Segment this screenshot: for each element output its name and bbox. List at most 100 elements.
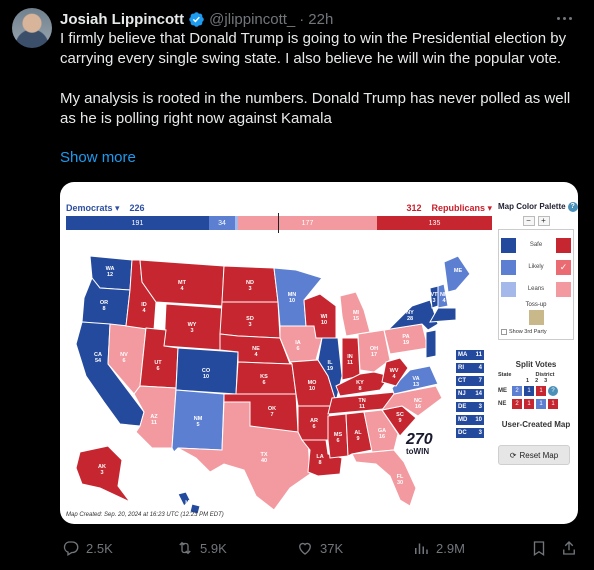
tweet-paragraph-1: I firmly believe that Donald Trump is go… (60, 30, 567, 67)
reply-count: 2.5K (86, 540, 113, 556)
state-ev-vt: 3 (432, 298, 435, 304)
small-state-nj[interactable]: NJ 14 (456, 389, 484, 399)
state-ev-oh: 17 (371, 352, 377, 358)
view-count: 2.9M (436, 540, 465, 556)
state-ev-or: 8 (102, 306, 105, 312)
help-icon[interactable]: ? (567, 202, 578, 212)
270-to-win-logo[interactable]: 270 toWIN (406, 432, 433, 456)
tweet-text: I firmly believe that Donald Trump is go… (60, 29, 580, 149)
palette-tossup-label: Toss-up (525, 302, 547, 308)
zoom-out-button[interactable]: − (522, 216, 535, 226)
repost-icon (179, 541, 191, 555)
repost-button[interactable]: 5.9K (176, 539, 227, 557)
state-ev-ks: 6 (262, 380, 265, 386)
small-state-ct[interactable]: CT 7 (456, 376, 484, 386)
state-ev-il: 19 (327, 366, 333, 372)
heart-icon (299, 542, 311, 555)
swatch-tossup[interactable] (528, 310, 544, 325)
show-more-link[interactable]: Show more (60, 149, 136, 166)
views-button[interactable]: 2.9M (412, 539, 465, 557)
media-card[interactable]: Democrats ▾ 226 312 Republicans ▾ 191 34 1… (60, 182, 578, 524)
state-nj-md (425, 329, 437, 359)
swatch-rep-safe[interactable] (556, 237, 571, 253)
repost-count: 5.9K (200, 540, 227, 556)
bookmark-button[interactable] (530, 539, 548, 557)
state-ev-mi: 15 (353, 316, 359, 322)
tweet-paragraph-2: My analysis is rooted in the numbers. Do… (60, 90, 571, 127)
small-state-de[interactable]: DE 3 (456, 402, 484, 412)
state-fl (351, 449, 417, 507)
views-chart-icon (415, 543, 428, 554)
state-ev-ut: 6 (156, 366, 159, 372)
split-votes-title: Split Votes (515, 360, 557, 369)
state-ev-ca: 54 (95, 358, 102, 364)
state-ev-ia: 6 (296, 346, 299, 352)
state-ev-co: 10 (203, 374, 209, 380)
map-svg[interactable]: WA12OR8CA54NV6ID4MT4WY3UT6AZ11CO10NM5ND3… (60, 226, 490, 516)
state-ev-ky: 8 (358, 386, 361, 392)
republicans-total: 312 (406, 203, 422, 213)
split-state-header: State (498, 372, 512, 378)
zoom-in-button[interactable]: + (537, 216, 550, 226)
share-button[interactable] (560, 539, 578, 557)
state-ev-wa: 12 (107, 272, 113, 278)
reply-icon (63, 541, 79, 556)
share-icon (563, 541, 575, 555)
state-ev-in: 11 (347, 360, 353, 366)
small-state-ma[interactable]: MA 11 (456, 350, 484, 360)
separator-dot: · (299, 10, 305, 28)
swatch-dem-safe[interactable] (501, 237, 516, 253)
swatch-dem-likely[interactable] (501, 259, 516, 275)
state-ev-wy: 3 (190, 328, 193, 334)
state-ev-mo: 10 (309, 386, 315, 392)
small-state-ri[interactable]: RI 4 (456, 363, 484, 373)
tally-header: Democrats ▾ 226 312 Republicans ▾ (66, 203, 492, 215)
user-created-map-label: User-Created Map (501, 420, 571, 429)
palette-title: Map Color Palette (498, 202, 566, 212)
small-state-md[interactable]: MD 10 (456, 415, 484, 425)
show-third-party-checkbox[interactable] (501, 329, 507, 335)
bookmark-icon (533, 541, 545, 557)
state-ev-ar: 6 (312, 424, 315, 430)
more-options-icon[interactable] (552, 8, 576, 28)
author-handle[interactable]: @jlippincott_ (209, 11, 295, 28)
state-ev-nm: 5 (196, 422, 199, 428)
split-row-me[interactable]: ME 2 1 1 ? (498, 384, 574, 397)
state-ev-va: 13 (413, 382, 419, 388)
state-ev-ny: 28 (407, 316, 413, 322)
swatch-dem-lean[interactable] (501, 281, 516, 297)
map-created-caption: Map Created: Sep. 20, 2024 at 16:23 UTC … (66, 512, 224, 518)
state-ev-ms: 6 (336, 438, 339, 444)
swatch-rep-likely-selected[interactable]: ✓ (556, 259, 571, 275)
state-ev-sd: 3 (248, 322, 251, 328)
state-new-england (429, 307, 457, 323)
state-ev-sc: 9 (398, 418, 401, 424)
author-name[interactable]: Josiah Lippincott (60, 11, 184, 28)
map-color-palette: Map Color Palette? − + Safe Likely ✓ Lean… (498, 202, 578, 340)
like-count: 37K (320, 540, 344, 556)
state-ev-ak: 3 (100, 470, 103, 476)
palette-grid: Safe Likely ✓ Leans Toss-up Show 3rd Part… (498, 229, 574, 340)
author-avatar[interactable] (12, 8, 52, 48)
state-ev-tx: 40 (261, 458, 267, 464)
state-ev-tn: 11 (359, 404, 365, 410)
democrats-label[interactable]: Democrats ▾ 226 (66, 203, 145, 214)
state-ev-ga: 16 (379, 434, 385, 440)
state-ev-nd: 3 (248, 286, 251, 292)
tweet-header: Josiah Lippincott @jlippincott_ · 22h (60, 9, 333, 29)
small-state-dc[interactable]: DC 3 (456, 428, 484, 438)
verified-badge-icon (189, 11, 204, 27)
state-ev-ok: 7 (270, 412, 273, 418)
post-time[interactable]: 22h (308, 11, 333, 28)
democrats-total: 226 (129, 203, 145, 213)
reply-button[interactable]: 2.5K (62, 539, 113, 557)
split-votes-panel: Split Votes State District 123 ME 2 1 1 … (498, 360, 574, 410)
state-ev-pa: 19 (403, 340, 409, 346)
state-label-me: ME (454, 268, 463, 274)
like-button[interactable]: 37K (296, 539, 343, 557)
split-row-ne[interactable]: NE 2 1 1 1 (498, 397, 574, 410)
swatch-rep-lean[interactable] (555, 281, 571, 297)
palette-safe-label: Safe (529, 242, 543, 248)
republicans-label[interactable]: 312 Republicans ▾ (406, 203, 492, 214)
reset-map-button[interactable]: ⟳ Reset Map (498, 445, 570, 465)
